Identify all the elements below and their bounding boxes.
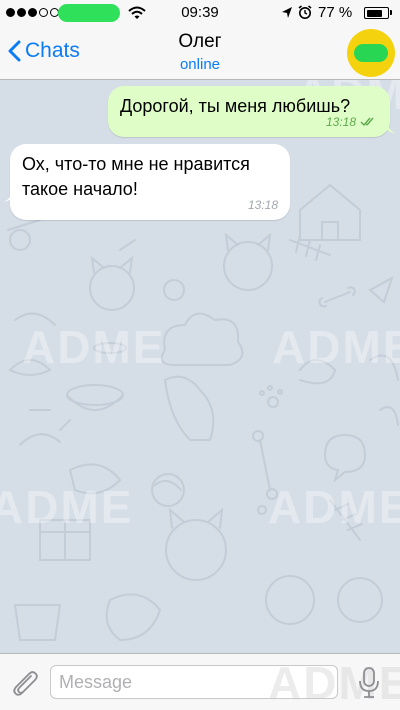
battery-icon	[364, 7, 389, 19]
incoming-bubble-tail	[4, 188, 20, 202]
outgoing-message[interactable]: Дорогой, ты меня любишь? 13:18	[108, 86, 390, 137]
avatar[interactable]	[347, 29, 395, 77]
watermark-middle-left: ADME	[22, 321, 166, 373]
microphone-icon[interactable]	[356, 666, 382, 700]
message-list[interactable]: ADME ADME ADME ADME ADME ADME Дорогой, т…	[0, 80, 400, 653]
telegram-chat-screen: 09:39 77 % Chats Олег online ADME ADM AD…	[0, 0, 400, 710]
battery-percent: 77 %	[318, 4, 353, 21]
message-time: 13:18	[325, 115, 356, 129]
message-time: 13:18	[247, 198, 278, 212]
message-text: Ох, что-то мне не нравится такое начало!	[22, 154, 250, 199]
watermark-middle-right: ADME	[272, 321, 400, 373]
contact-status: online	[179, 56, 221, 73]
avatar-initials-redacted	[354, 44, 388, 62]
chat-header: Chats Олег online	[0, 26, 400, 80]
status-bar: 09:39 77 %	[0, 0, 400, 26]
double-check-icon	[360, 117, 374, 127]
battery-cap	[390, 10, 392, 15]
contact-name: Олег	[178, 31, 222, 52]
watermark-lower-right: ADME	[268, 481, 400, 533]
outgoing-bubble-tail	[380, 120, 396, 134]
message-composer: ADME	[0, 653, 400, 710]
paperclip-icon[interactable]	[10, 668, 40, 698]
alarm-clock-icon	[298, 5, 312, 19]
incoming-message[interactable]: Ох, что-то мне не нравится такое начало!…	[10, 144, 290, 220]
location-arrow-icon	[282, 7, 292, 18]
watermark-lower-left: ADME	[0, 481, 134, 533]
